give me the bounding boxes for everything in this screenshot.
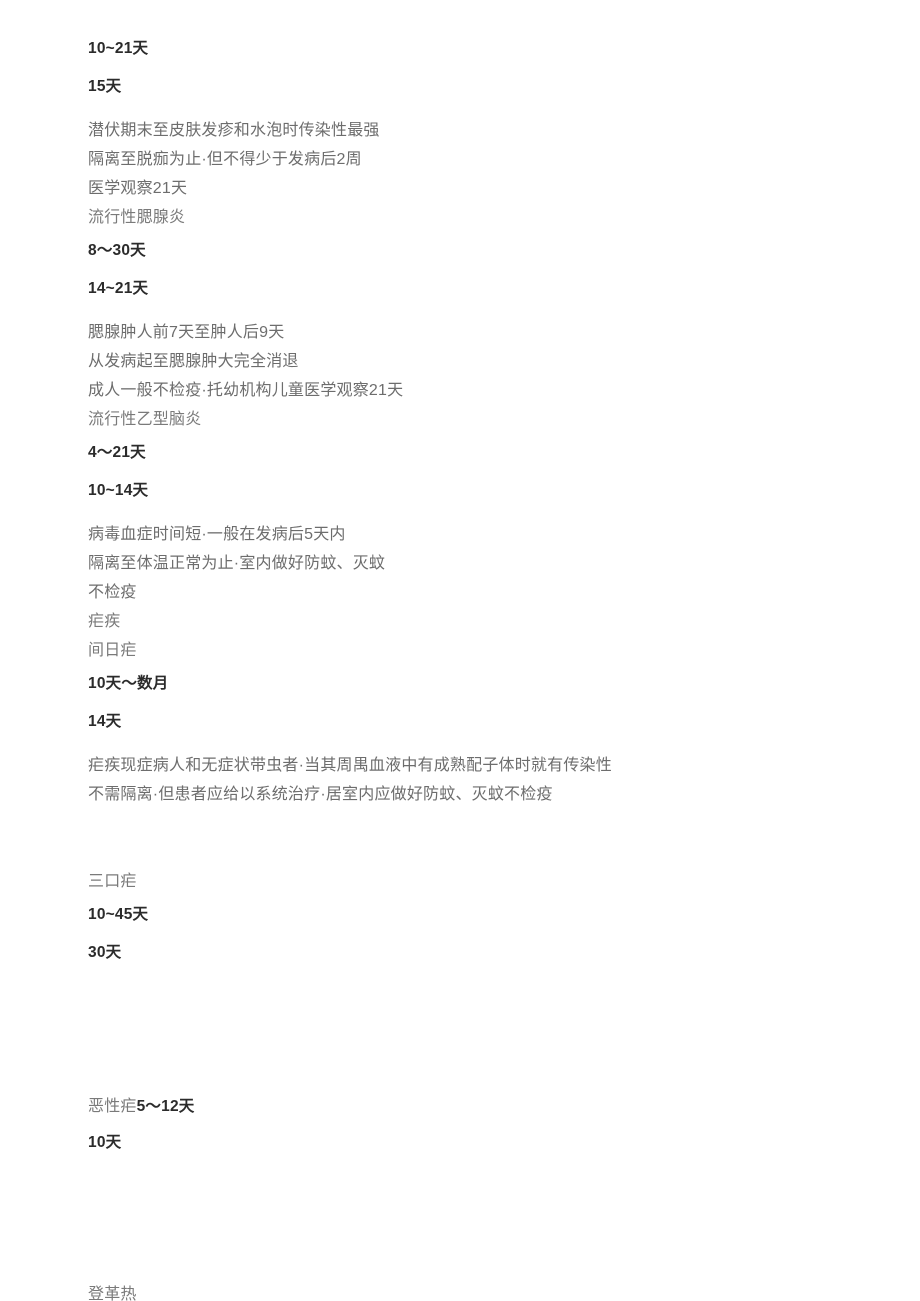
chickenpox-infectious-period: 潜伏期末至皮肤发疹和水泡时传染性最强 (88, 122, 380, 139)
section-mumps: 8～30天 14~21天 腮腺肿人前7天至肿人后9天 从发病起至腮腺肿大完全消退… (88, 232, 880, 434)
mumps-disease-name: 流行性腮腺炎 (88, 209, 186, 226)
malaria-quartan-subtype-name: 三口疟 (88, 873, 137, 890)
chickenpox-isolation-period: 隔离至脱痂为止·但不得少于发病后2周 (88, 151, 362, 168)
chickenpox-quarantine-period: 医学观察21天 (88, 180, 188, 197)
malaria-quartan-incubation-common: 30天 (88, 944, 122, 961)
encephalitis-isolation-period: 隔离至体温正常为止·室内做好防蚊、灭蚊 (88, 555, 386, 572)
malaria-falciparum-subtype-name: 恶性疟 (88, 1098, 137, 1115)
encephalitis-incubation-common: 10~14天 (88, 482, 149, 499)
mumps-incubation-range: 8～30天 (88, 242, 146, 259)
malaria-isolation-quarantine: 不需隔离·但患者应给以系统治疗·居室内应做好防蚊、灭蚊不检疫 (88, 786, 553, 803)
malaria-falciparum-incubation-common: 10天 (88, 1134, 122, 1151)
malaria-falciparum-incubation-range: 5～12天 (136, 1098, 195, 1115)
malaria-vivax-incubation-common: 14天 (88, 713, 122, 730)
spacer-before-dengue (88, 1162, 880, 1280)
section-japanese-encephalitis: 4～21天 10~14天 病毒血症时间短·一般在发病后5天内 隔离至体温正常为止… (88, 434, 880, 665)
spacer-before-quartan (88, 809, 880, 867)
malaria-vivax-subtype-name: 间日疟 (88, 642, 137, 659)
section-dengue-fever: 登革热 3～15天 5～7天 (88, 1280, 880, 1301)
section-malaria-falciparum: 恶性疟5～12天 10天 (88, 1090, 880, 1162)
chickenpox-incubation-common: 15天 (88, 78, 122, 95)
mumps-infectious-period: 腮腺肿人前7天至肿人后9天 (88, 324, 285, 341)
section-malaria-quartan: 三口疟 10~45天 30天 (88, 867, 880, 972)
dengue-disease-name: 登革热 (88, 1286, 137, 1301)
mumps-quarantine-period: 成人一般不检疫·托幼机构儿童医学观察21天 (88, 382, 404, 399)
section-malaria-vivax: 10天～数月 14天 疟疾现症病人和无症状带虫者·当其周禺血液中有成熟配子体时就… (88, 665, 880, 809)
document-page: 10~21天 15天 潜伏期末至皮肤发疹和水泡时传染性最强 隔离至脱痂为止·但不… (0, 0, 920, 1301)
encephalitis-incubation-range: 4～21天 (88, 444, 146, 461)
malaria-vivax-incubation-range: 10天～数月 (88, 675, 169, 692)
mumps-isolation-period: 从发病起至腮腺肿大完全消退 (88, 353, 299, 370)
encephalitis-quarantine-period: 不检疫 (88, 584, 137, 601)
malaria-falciparum-subtype-row: 恶性疟5～12天 (88, 1090, 880, 1124)
malaria-infectious-period: 疟疾现症病人和无症状带虫者·当其周禺血液中有成熟配子体时就有传染性 (88, 757, 612, 774)
chickenpox-incubation-range: 10~21天 (88, 40, 149, 57)
document-content: 10~21天 15天 潜伏期末至皮肤发疹和水泡时传染性最强 隔离至脱痂为止·但不… (88, 30, 880, 1301)
encephalitis-infectious-period: 病毒血症时间短·一般在发病后5天内 (88, 526, 346, 543)
malaria-quartan-incubation-range: 10~45天 (88, 906, 149, 923)
section-chickenpox: 10~21天 15天 潜伏期末至皮肤发疹和水泡时传染性最强 隔离至脱痂为止·但不… (88, 30, 880, 232)
mumps-incubation-common: 14~21天 (88, 280, 149, 297)
malaria-disease-name: 疟疾 (88, 613, 121, 630)
spacer-before-falciparum (88, 972, 880, 1090)
encephalitis-disease-name: 流行性乙型脑炎 (88, 411, 202, 428)
